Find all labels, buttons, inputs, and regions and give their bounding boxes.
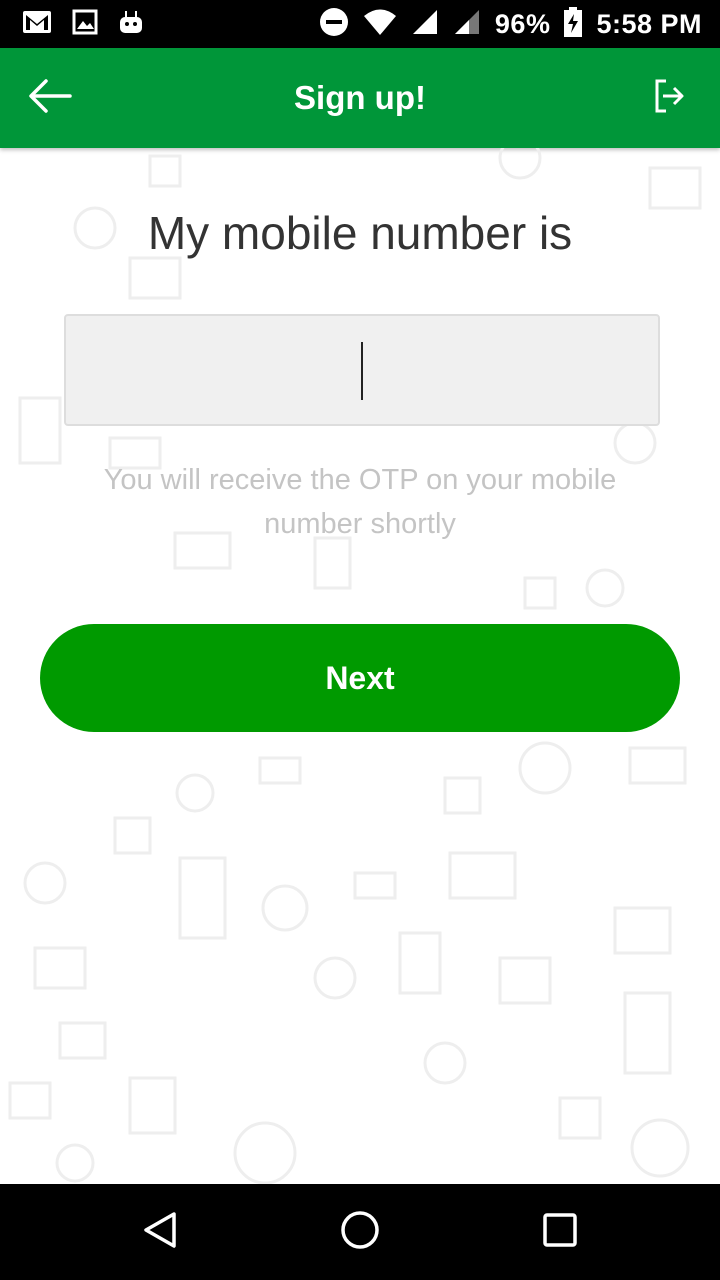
nav-back-button[interactable]	[136, 1208, 184, 1256]
next-button-label: Next	[325, 659, 395, 696]
image-icon	[72, 9, 98, 40]
gmail-icon	[22, 10, 52, 39]
android-icon	[118, 9, 144, 40]
home-circle-icon	[340, 1210, 380, 1255]
status-right-icons: 96% 5:58 PM	[305, 6, 702, 42]
back-button[interactable]	[26, 76, 74, 120]
next-button[interactable]: Next	[40, 624, 680, 732]
wifi-icon	[363, 8, 397, 41]
system-nav-bar	[0, 1184, 720, 1280]
signal-icon	[453, 8, 481, 41]
otp-hint-text: You will receive the OTP on your mobile …	[103, 464, 617, 540]
signal-icon	[411, 8, 439, 41]
arrow-left-icon	[28, 78, 72, 119]
logout-button[interactable]	[650, 78, 690, 118]
app-bar: Sign up!	[0, 48, 720, 148]
recents-square-icon	[540, 1210, 580, 1255]
battery-percent: 96%	[494, 8, 551, 39]
back-triangle-icon	[140, 1210, 180, 1255]
clock: 5:58 PM	[596, 8, 702, 39]
status-bar: 96% 5:58 PM	[0, 0, 720, 48]
page-title: Sign up!	[294, 79, 426, 116]
status-left-icons	[22, 9, 164, 40]
mobile-number-heading: My mobile number is	[147, 207, 573, 259]
text-cursor	[361, 342, 363, 400]
nav-home-button[interactable]	[336, 1208, 384, 1256]
nav-recents-button[interactable]	[536, 1208, 584, 1256]
do-not-disturb-icon	[319, 7, 349, 42]
logout-icon	[654, 78, 686, 119]
battery-charging-icon	[564, 6, 583, 42]
signup-content: My mobile number is You will receive the…	[0, 148, 720, 1184]
